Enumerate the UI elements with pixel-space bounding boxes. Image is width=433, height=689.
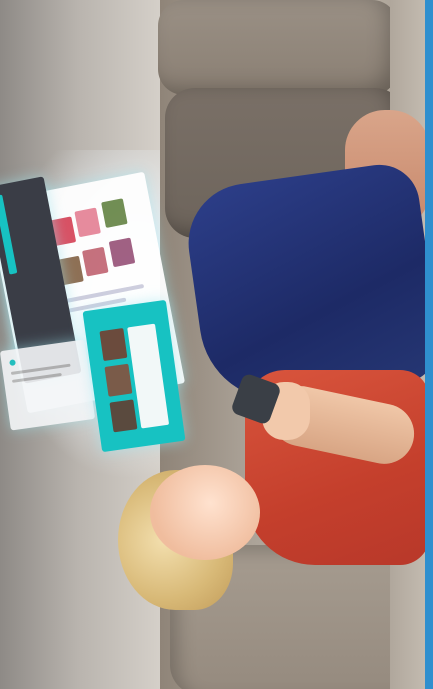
- thumbnail: [108, 237, 136, 268]
- text-line: [11, 372, 62, 383]
- thumbnail: [104, 363, 133, 397]
- child-face: [150, 465, 260, 560]
- status-dot-icon: [9, 359, 16, 367]
- text-line: [64, 283, 145, 304]
- thumbnail: [74, 207, 101, 238]
- frame-edge: [425, 0, 433, 689]
- thumbnail: [99, 328, 128, 362]
- thumbnail: [101, 198, 128, 228]
- photo-scene: [0, 0, 433, 689]
- thumbnail: [109, 399, 138, 433]
- sofa-cushion-top: [158, 0, 398, 95]
- accent-bar: [0, 194, 18, 275]
- thumbnail: [82, 246, 109, 277]
- text-line: [10, 363, 71, 375]
- floating-screen-small: [0, 339, 96, 431]
